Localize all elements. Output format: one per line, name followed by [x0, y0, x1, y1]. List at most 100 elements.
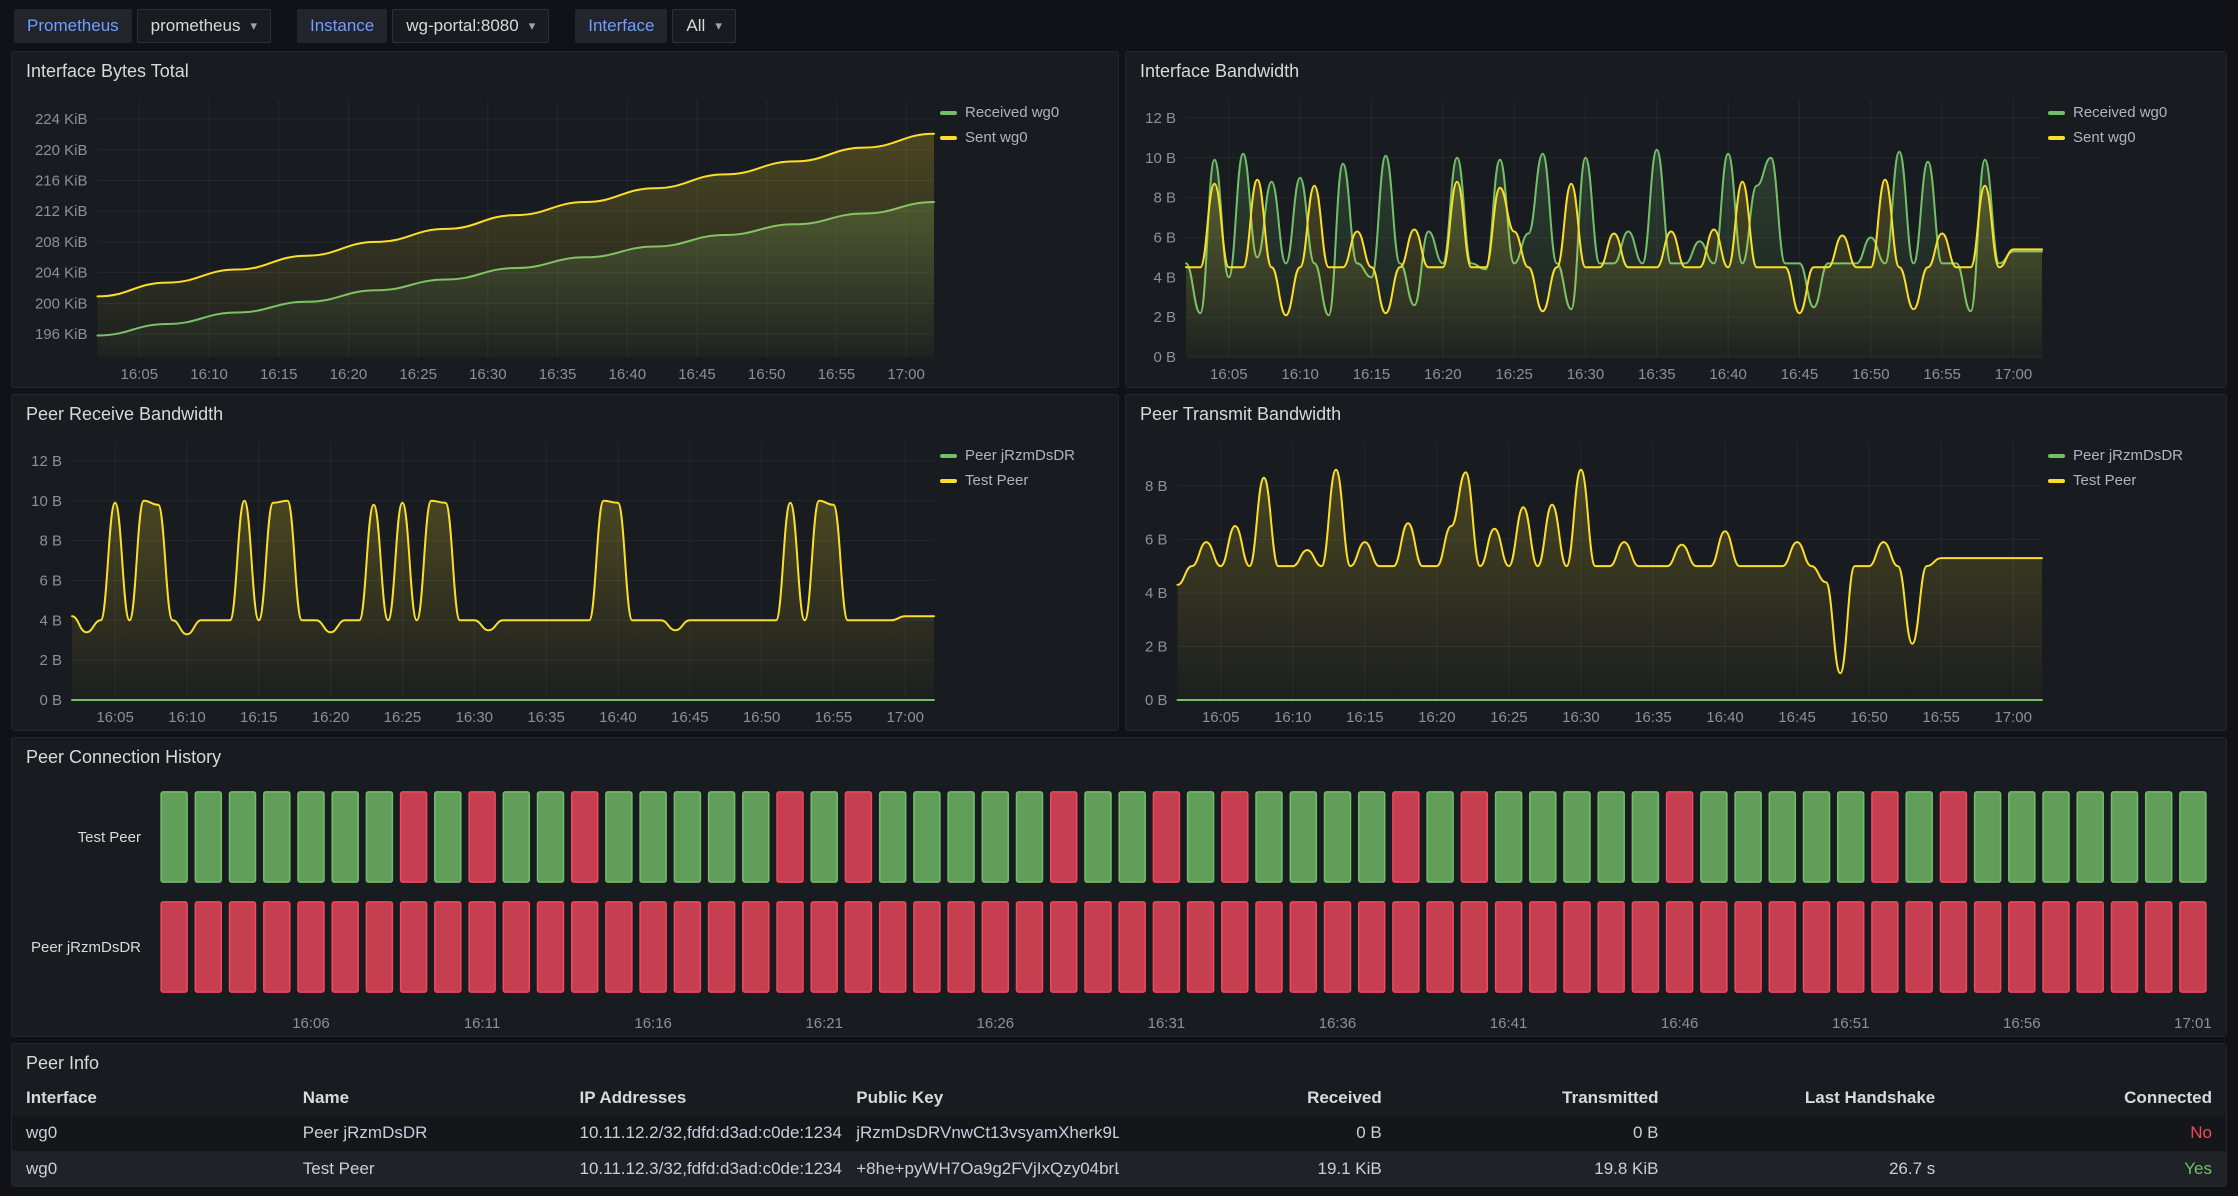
svg-text:6 B: 6 B [39, 572, 62, 589]
svg-text:16:30: 16:30 [1562, 709, 1600, 726]
legend-item[interactable]: Sent wg0 [2048, 129, 2216, 146]
svg-text:16:45: 16:45 [671, 709, 709, 726]
svg-text:16:45: 16:45 [1778, 709, 1816, 726]
timeseries-chart[interactable]: 196 KiB200 KiB204 KiB208 KiB212 KiB216 K… [12, 88, 940, 387]
column-header-received[interactable]: Received [1119, 1088, 1396, 1108]
column-header-interface[interactable]: Interface [12, 1088, 289, 1108]
svg-text:208 KiB: 208 KiB [35, 234, 88, 251]
legend-series-color [2048, 111, 2065, 115]
svg-text:216 KiB: 216 KiB [35, 173, 88, 190]
legend-item[interactable]: Received wg0 [2048, 104, 2216, 121]
legend-series-label: Received wg0 [2073, 104, 2167, 121]
svg-text:16:05: 16:05 [96, 709, 134, 726]
svg-text:2 B: 2 B [1145, 638, 1168, 655]
svg-text:10 B: 10 B [31, 493, 62, 510]
legend-series-label: Sent wg0 [2073, 129, 2136, 146]
svg-text:16:15: 16:15 [240, 709, 278, 726]
svg-text:12 B: 12 B [1145, 110, 1176, 127]
svg-text:17:01: 17:01 [2174, 1015, 2212, 1032]
panel-title[interactable]: Peer Connection History [12, 738, 2226, 774]
variable-instance: Instance wg-portal:8080 ▾ [297, 9, 549, 43]
legend-item[interactable]: Test Peer [2048, 472, 2216, 489]
panel-peer-transmit-bandwidth: Peer Transmit Bandwidth 0 B2 B4 B6 B8 B1… [1125, 394, 2227, 731]
panel-peer-info: Peer Info InterfaceNameIP AddressesPubli… [11, 1043, 2227, 1187]
column-header-ip-addresses[interactable]: IP Addresses [566, 1088, 843, 1108]
column-header-name[interactable]: Name [289, 1088, 566, 1108]
variable-interface-picker[interactable]: All ▾ [672, 9, 735, 43]
svg-text:16:40: 16:40 [599, 709, 637, 726]
legend: Received wg0 Sent wg0 [940, 88, 1118, 387]
legend: Peer jRzmDsDR Test Peer [940, 431, 1118, 730]
chevron-down-icon: ▾ [715, 19, 722, 32]
svg-text:16:46: 16:46 [1661, 1015, 1699, 1032]
peer-info-table: InterfaceNameIP AddressesPublic KeyRecei… [12, 1080, 2226, 1186]
legend-series-color [940, 111, 957, 115]
svg-text:16:25: 16:25 [384, 709, 422, 726]
legend-series-label: Test Peer [2073, 472, 2136, 489]
column-header-last-handshake[interactable]: Last Handshake [1673, 1088, 1950, 1108]
svg-text:16:50: 16:50 [743, 709, 781, 726]
variable-instance-picker[interactable]: wg-portal:8080 ▾ [392, 9, 549, 43]
table-cell: 26.7 s [1673, 1159, 1950, 1179]
legend-series-color [940, 454, 957, 458]
table-cell: 19.8 KiB [1396, 1159, 1673, 1179]
timeseries-chart[interactable]: 0 B2 B4 B6 B8 B10 B12 B16:0516:1016:1516… [12, 431, 940, 730]
svg-text:6 B: 6 B [1145, 531, 1168, 548]
svg-text:16:35: 16:35 [539, 366, 577, 383]
table-cell: +8he+pyWH7Oa9g2FVjIxQzy04brLX+D [842, 1159, 1119, 1179]
panel-title[interactable]: Interface Bandwidth [1126, 52, 2226, 88]
svg-text:2 B: 2 B [1153, 309, 1176, 326]
svg-text:16:20: 16:20 [312, 709, 350, 726]
svg-text:16:51: 16:51 [1832, 1015, 1870, 1032]
svg-text:Test Peer: Test Peer [78, 829, 141, 846]
panel-title[interactable]: Peer Transmit Bandwidth [1126, 395, 2226, 431]
table-cell: Peer jRzmDsDR [289, 1123, 566, 1143]
svg-text:16:36: 16:36 [1319, 1015, 1357, 1032]
panel-title[interactable]: Interface Bytes Total [12, 52, 1118, 88]
svg-text:16:10: 16:10 [168, 709, 206, 726]
legend-series-label: Received wg0 [965, 104, 1059, 121]
legend-series-color [2048, 479, 2065, 483]
svg-text:4 B: 4 B [1145, 585, 1168, 602]
svg-text:16:35: 16:35 [527, 709, 565, 726]
panel-title[interactable]: Peer Info [12, 1044, 2226, 1080]
legend-item[interactable]: Sent wg0 [940, 129, 1108, 146]
svg-text:8 B: 8 B [1145, 478, 1168, 495]
legend-item[interactable]: Received wg0 [940, 104, 1108, 121]
svg-text:16:56: 16:56 [2003, 1015, 2041, 1032]
chevron-down-icon: ▾ [250, 19, 257, 32]
legend-item[interactable]: Test Peer [940, 472, 1108, 489]
svg-text:16:30: 16:30 [1567, 366, 1605, 383]
svg-text:16:25: 16:25 [1490, 709, 1528, 726]
variable-datasource-picker[interactable]: prometheus ▾ [137, 9, 271, 43]
svg-text:16:55: 16:55 [815, 709, 853, 726]
svg-text:16:05: 16:05 [1210, 366, 1248, 383]
panel-title[interactable]: Peer Receive Bandwidth [12, 395, 1118, 431]
svg-text:6 B: 6 B [1153, 229, 1176, 246]
legend-item[interactable]: Peer jRzmDsDR [940, 447, 1108, 464]
svg-text:16:45: 16:45 [1781, 366, 1819, 383]
legend-series-color [2048, 454, 2065, 458]
column-header-transmitted[interactable]: Transmitted [1396, 1088, 1673, 1108]
svg-text:16:20: 16:20 [330, 366, 368, 383]
legend-series-label: Peer jRzmDsDR [965, 447, 1075, 464]
table-row[interactable]: wg0Test Peer10.11.12.3/32,fdfd:d3ad:c0de… [12, 1151, 2226, 1186]
legend-item[interactable]: Peer jRzmDsDR [2048, 447, 2216, 464]
svg-text:16:11: 16:11 [464, 1015, 500, 1032]
svg-text:16:15: 16:15 [1346, 709, 1384, 726]
svg-text:0 B: 0 B [39, 692, 62, 709]
timeseries-chart[interactable]: 0 B2 B4 B6 B8 B16:0516:1016:1516:2016:25… [1126, 431, 2048, 730]
legend: Received wg0 Sent wg0 [2048, 88, 2226, 387]
svg-text:16:40: 16:40 [609, 366, 647, 383]
column-header-connected[interactable]: Connected [1949, 1088, 2226, 1108]
status-history-chart[interactable]: Test PeerPeer jRzmDsDR16:0616:1116:1616:… [12, 774, 2226, 1036]
table-row[interactable]: wg0Peer jRzmDsDR10.11.12.2/32,fdfd:d3ad:… [12, 1116, 2226, 1151]
svg-text:16:50: 16:50 [1852, 366, 1890, 383]
svg-text:16:05: 16:05 [1202, 709, 1240, 726]
timeseries-chart[interactable]: 0 B2 B4 B6 B8 B10 B12 B16:0516:1016:1516… [1126, 88, 2048, 387]
svg-text:16:40: 16:40 [1709, 366, 1747, 383]
column-header-public-key[interactable]: Public Key [842, 1088, 1119, 1108]
svg-text:16:30: 16:30 [455, 709, 493, 726]
legend-series-label: Peer jRzmDsDR [2073, 447, 2183, 464]
svg-text:17:00: 17:00 [887, 366, 925, 383]
